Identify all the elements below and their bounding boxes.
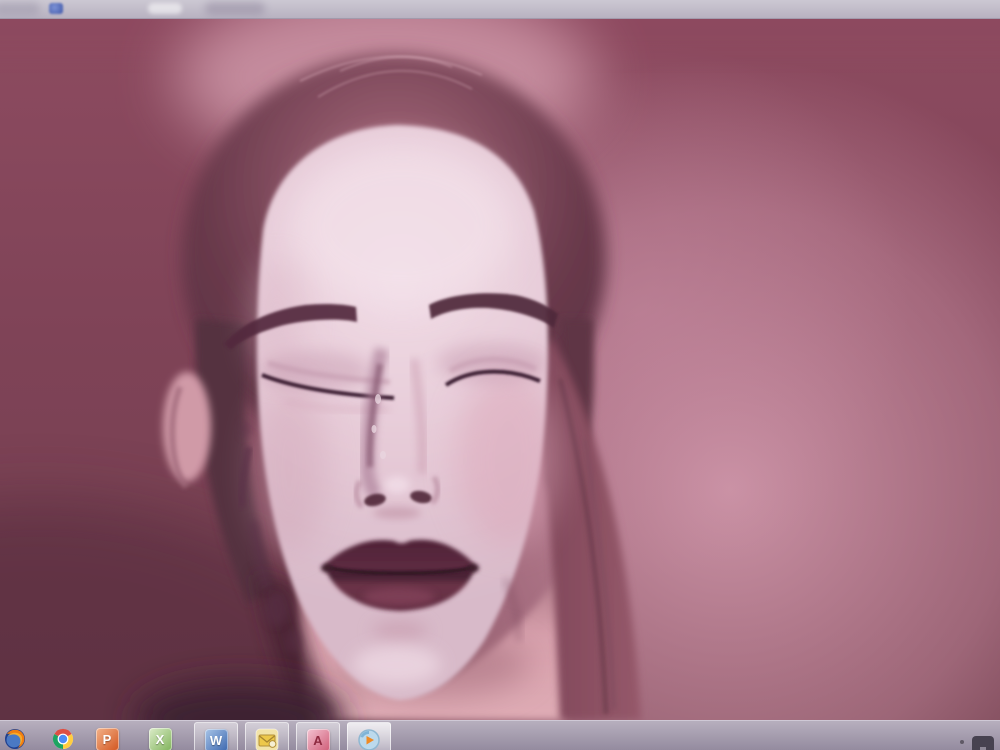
- taskbar-item-word[interactable]: W: [194, 722, 238, 750]
- excel-letter: X: [156, 732, 165, 747]
- window-favicon-icon: [49, 3, 63, 14]
- taskbar: P X W: [0, 720, 1000, 750]
- chrome-smudge: [205, 2, 265, 15]
- media-player-icon: [357, 728, 381, 750]
- taskbar-item-firefox[interactable]: [0, 722, 30, 750]
- taskbar-item-outlook[interactable]: [245, 722, 289, 750]
- taskbar-item-access[interactable]: A: [296, 722, 340, 750]
- chrome-icon: [51, 727, 75, 750]
- taskbar-item-chrome[interactable]: [48, 722, 78, 750]
- word-icon: W: [204, 728, 228, 750]
- excel-icon: X: [148, 727, 172, 750]
- powerpoint-letter: P: [103, 732, 112, 747]
- toolbar-highlight: [148, 3, 182, 14]
- outlook-icon: [255, 728, 279, 750]
- access-letter: A: [313, 733, 322, 748]
- taskbar-item-excel[interactable]: X: [145, 722, 175, 750]
- chrome-smudge: [0, 2, 40, 15]
- taskbar-item-media-player[interactable]: [347, 722, 391, 750]
- access-icon: A: [306, 728, 330, 750]
- video-frame[interactable]: [0, 19, 1000, 720]
- notification-icon[interactable]: [972, 736, 994, 750]
- window-chrome-strip: [0, 0, 1000, 19]
- video-illustration: [0, 19, 1000, 720]
- firefox-icon: [3, 727, 27, 750]
- desktop-screen: P X W: [0, 0, 1000, 750]
- tray-dot: [960, 740, 964, 744]
- powerpoint-icon: P: [95, 727, 119, 750]
- word-letter: W: [210, 733, 222, 748]
- taskbar-item-powerpoint[interactable]: P: [92, 722, 122, 750]
